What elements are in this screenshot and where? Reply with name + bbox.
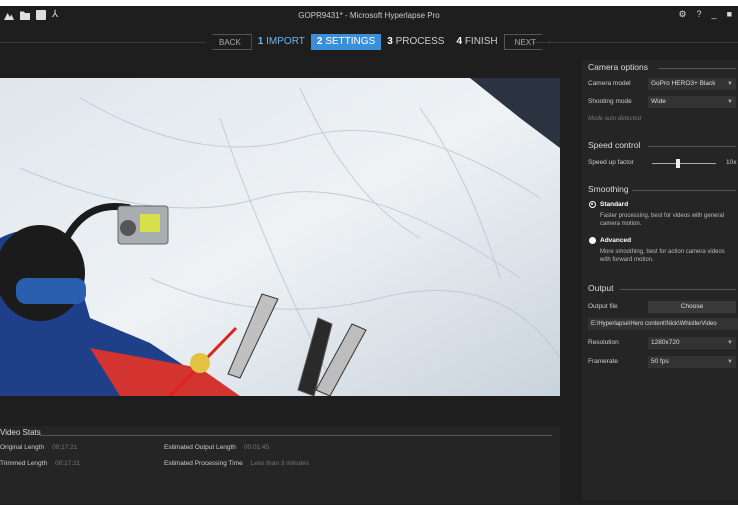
divider (648, 146, 736, 147)
shooting-mode-label: Shooting mode (588, 98, 632, 105)
chevron-down-icon: ▼ (727, 81, 733, 87)
step-number: 1 (257, 36, 264, 47)
output-path-field[interactable]: E:\Hyperlapse\Hero content\Nick\Whistler… (588, 318, 738, 330)
framerate-label: Framerate (588, 358, 618, 365)
window-controls: ⚙ ? _ ■ (678, 9, 732, 20)
step-settings[interactable]: 2 SETTINGS (310, 34, 382, 50)
speed-slider[interactable] (652, 163, 716, 164)
step-label: FINISH (464, 36, 498, 47)
close-icon[interactable]: ■ (727, 9, 732, 20)
output-file-label: Output file (588, 303, 618, 310)
step-number: 4 (456, 36, 463, 47)
window-title: GOPR9431* - Microsoft Hyperlapse Pro (298, 11, 440, 20)
glove (190, 353, 210, 373)
advanced-radio[interactable] (589, 237, 596, 244)
standard-desc: Faster processing, best for videos with … (600, 213, 725, 227)
step-label: SETTINGS (325, 36, 376, 47)
title-bar: ⅄ GOPR9431* - Microsoft Hyperlapse Pro ⚙… (0, 6, 738, 28)
framerate-select[interactable]: 50 fps ▼ (648, 356, 736, 368)
standard-radio[interactable] (589, 201, 596, 208)
original-length: Original Length 00:17:21 (0, 444, 77, 451)
resolution-label: Resolution (588, 339, 619, 346)
stat-label: Estimated Output Length (164, 444, 236, 451)
choose-button[interactable]: Choose (648, 301, 736, 313)
framerate-value: 50 fps (651, 358, 669, 365)
help-icon[interactable]: ? (697, 9, 702, 20)
speed-control-title: Speed control (588, 140, 641, 150)
back-button[interactable]: BACK (205, 34, 252, 50)
gear-icon[interactable]: ⚙ (678, 9, 686, 20)
chevron-down-icon: ▼ (727, 99, 733, 105)
standard-label[interactable]: Standard (600, 201, 628, 208)
video-stats-title: Video Stats (0, 428, 41, 437)
video-preview[interactable] (0, 78, 560, 396)
camera-screen (140, 214, 160, 232)
step-process[interactable]: 3 PROCESS (381, 34, 450, 50)
slider-thumb[interactable] (675, 159, 680, 168)
stat-value: Less than 3 minutes (250, 460, 309, 467)
divider (620, 289, 736, 290)
minimize-icon[interactable]: _ (712, 9, 717, 20)
stat-value: 00:17:21 (52, 444, 78, 451)
mode-detected-note: Mode auto detected (588, 116, 642, 122)
step-label: IMPORT (266, 36, 305, 47)
speed-factor-value: 10x (726, 159, 737, 166)
output-title: Output (588, 283, 614, 293)
chevron-down-icon: ▼ (727, 359, 733, 365)
camera-model-value: GoPro HERO3+ Black (651, 80, 716, 87)
divider (40, 435, 552, 436)
smoothing-title: Smoothing (588, 184, 629, 194)
camera-model-label: Camera model (588, 80, 631, 87)
shooting-mode-select[interactable]: Wide ▼ (648, 96, 736, 108)
step-import[interactable]: 1 IMPORT (252, 34, 311, 50)
advanced-label[interactable]: Advanced (600, 237, 631, 244)
camera-options-title: Camera options (588, 62, 649, 72)
step-number: 3 (387, 36, 393, 47)
step-finish[interactable]: 4 FINISH (450, 34, 503, 50)
shooting-mode-value: Wide (651, 98, 666, 105)
divider (632, 190, 736, 191)
step-navigation: BACK 1 IMPORT 2 SETTINGS 3 PROCESS 4 FIN… (205, 33, 550, 51)
stat-value: 00:17:21 (55, 460, 81, 467)
next-button[interactable]: NEXT (504, 34, 550, 50)
estimated-processing-time: Estimated Processing Time Less than 3 min… (164, 460, 309, 467)
nav-divider-left (0, 42, 205, 43)
app-window: ⅄ GOPR9431* - Microsoft Hyperlapse Pro ⚙… (0, 6, 738, 505)
settings-panel: Camera options Camera model GoPro HERO3+… (582, 60, 738, 500)
video-stats: Video Stats Original Length 00:17:21 Trim… (0, 426, 560, 504)
step-number: 2 (316, 36, 323, 47)
resolution-value: 1280x720 (651, 339, 680, 346)
divider (658, 68, 736, 69)
advanced-desc: More smoothing, best for action camera v… (600, 249, 725, 263)
preview-frame (0, 78, 560, 396)
camera-model-select[interactable]: GoPro HERO3+ Black ▼ (648, 78, 736, 90)
step-label: PROCESS (395, 36, 445, 47)
stat-label: Estimated Processing Time (164, 460, 243, 467)
nav-divider-right (532, 42, 738, 43)
stat-label: Trimmed Length (0, 460, 48, 467)
speed-factor-label: Speed up factor (588, 159, 634, 166)
stat-value: 00:01:45 (243, 444, 270, 451)
goggles (16, 278, 86, 304)
resolution-select[interactable]: 1280x720 ▼ (648, 337, 736, 349)
camera-lens (120, 220, 136, 236)
trimmed-length: Trimmed Length 00:17:21 (0, 460, 80, 467)
stat-label: Original Length (0, 444, 45, 451)
chevron-down-icon: ▼ (727, 340, 733, 346)
estimated-output-length: Estimated Output Length 00:01:45 (164, 444, 269, 451)
